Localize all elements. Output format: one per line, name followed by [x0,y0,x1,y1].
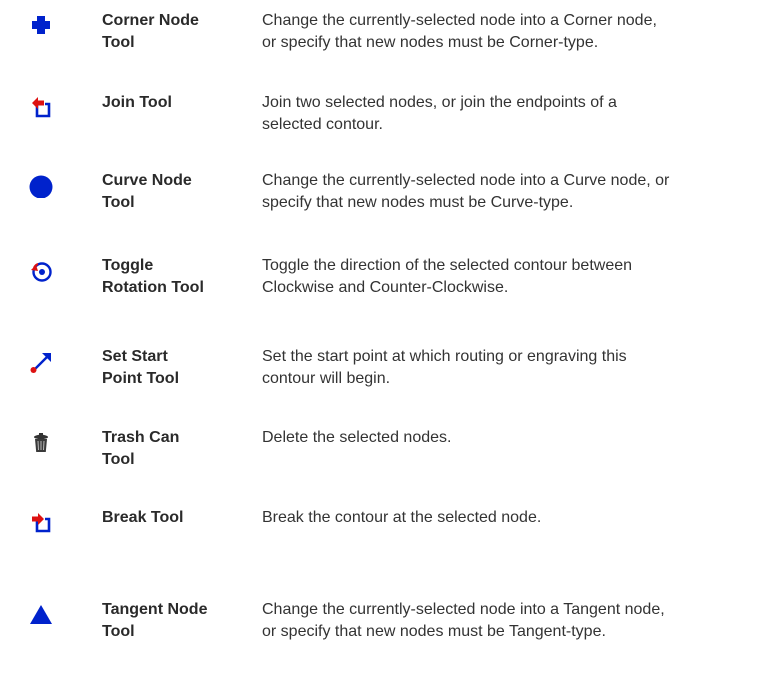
tool-description: Change the currently-selected node into … [262,599,762,643]
tool-name: Corner Node Tool [102,10,244,54]
tool-desc-line2: or specify that new nodes must be Corner… [262,34,599,51]
tool-row-curve-node: Curve Node Tool Change the currently-sel… [0,170,773,240]
tool-description: Join two selected nodes, or join the end… [262,92,762,136]
tool-desc-line1: Toggle the direction of the selected con… [262,257,633,274]
tool-name: Toggle Rotation Tool [102,255,244,299]
tool-desc-line1: Set the start point at which routing or … [262,348,627,365]
tool-name-line2: Tool [102,623,135,640]
tool-description: Delete the selected nodes. [262,427,762,449]
tool-name: Join Tool [102,92,244,114]
corner-node-cross-icon [28,12,54,38]
tool-row-join: Join Tool Join two selected nodes, or jo… [0,92,773,162]
tool-desc-line2: specify that new nodes must be Curve-typ… [262,194,574,211]
tool-name-line2: Tool [102,34,135,51]
tool-name-line2: Rotation Tool [102,279,204,296]
tool-desc-line1: Change the currently-selected node into … [262,172,670,189]
tool-name-line2: Point Tool [102,370,180,387]
tool-description: Break the contour at the selected node. [262,507,762,529]
tool-name: Break Tool [102,507,244,529]
tool-name: Set Start Point Tool [102,346,244,390]
tool-name-line1: Join Tool [102,94,172,111]
tangent-node-triangle-icon [28,601,54,627]
tool-name: Trash Can Tool [102,427,244,471]
tool-description: Change the currently-selected node into … [262,170,762,214]
start-point-arrow-icon [28,348,54,374]
tool-name-line1: Set Start [102,348,168,365]
tool-desc-line1: Join two selected nodes, or join the end… [262,94,617,111]
tool-desc-line1: Break the contour at the selected node. [262,509,542,526]
tool-name-line2: Tool [102,451,135,468]
tool-desc-line1: Delete the selected nodes. [262,429,452,446]
trash-can-icon [28,429,54,455]
tool-desc-line2: Clockwise and Counter-Clockwise. [262,279,509,296]
tool-desc-line2: contour will begin. [262,370,391,387]
tool-row-break: Break Tool Break the contour at the sele… [0,507,773,577]
tool-description: Toggle the direction of the selected con… [262,255,762,299]
tool-description: Set the start point at which routing or … [262,346,762,390]
tool-name-line1: Corner Node [102,12,199,29]
tool-name-line1: Curve Node [102,172,192,189]
tool-name-line1: Toggle [102,257,154,274]
tool-row-corner-node: Corner Node Tool Change the currently-se… [0,10,773,80]
toggle-rotation-icon [28,257,54,283]
curve-node-circle-icon [28,172,54,198]
tool-desc-line2: selected contour. [262,116,383,133]
tool-name-line2: Tool [102,194,135,211]
join-icon [28,94,54,120]
tool-name: Curve Node Tool [102,170,244,214]
tool-name-line1: Trash Can [102,429,180,446]
tool-row-tangent-node: Tangent Node Tool Change the currently-s… [0,599,773,669]
tool-desc-line2: or specify that new nodes must be Tangen… [262,623,606,640]
tool-desc-line1: Change the currently-selected node into … [262,12,657,29]
tool-name-line1: Tangent Node [102,601,208,618]
tool-row-trash-can: Trash Can Tool Delete the selected nodes… [0,427,773,497]
tool-description: Change the currently-selected node into … [262,10,762,54]
tool-row-set-start-point: Set Start Point Tool Set the start point… [0,346,773,416]
tool-desc-line1: Change the currently-selected node into … [262,601,665,618]
tool-name-line1: Break Tool [102,509,184,526]
break-icon [28,509,54,535]
tool-name: Tangent Node Tool [102,599,244,643]
tool-row-toggle-rotation: Toggle Rotation Tool Toggle the directio… [0,255,773,325]
